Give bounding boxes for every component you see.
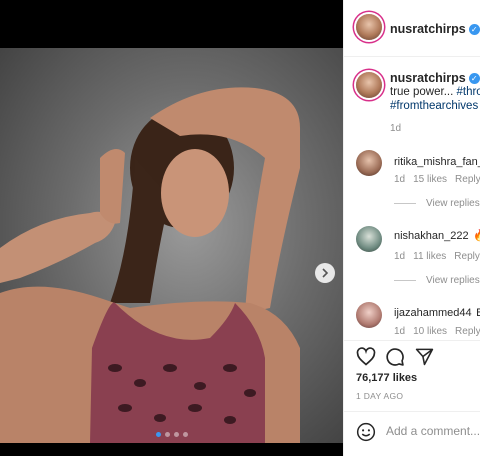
carousel-dot	[173, 432, 179, 437]
caption-text: true power...	[390, 86, 457, 98]
carousel-dot	[182, 432, 188, 437]
comment-meta: 1d 11 likes Reply	[394, 251, 480, 262]
comment-username[interactable]: ijazahammed44	[394, 307, 472, 319]
post-time[interactable]: 1 DAY AGO	[356, 391, 403, 401]
comment-avatar[interactable]	[356, 226, 382, 252]
view-replies-link[interactable]: View replies (1	[394, 198, 480, 209]
view-replies-link[interactable]: View replies (1	[394, 275, 480, 286]
post-actions: 76,177 likes 1 DAY AGO Add a comment...	[344, 340, 480, 456]
carousel-dot	[155, 432, 161, 437]
carousel-dot	[164, 432, 170, 437]
photo-figure	[0, 87, 300, 443]
carousel-next-button[interactable]	[315, 263, 335, 283]
comment-avatar[interactable]	[356, 302, 382, 328]
comment-meta: 1d 10 likes Reply	[394, 326, 480, 337]
caption-username[interactable]: nusratchirps	[390, 71, 466, 85]
comment-username[interactable]: ritika_mishra_fan_p	[394, 156, 480, 168]
comment-text: 🔥🔥	[473, 230, 480, 242]
reply-button[interactable]: Reply	[455, 326, 480, 337]
reply-button[interactable]: Reply	[455, 174, 480, 185]
add-comment-bar: Add a comment...	[344, 411, 480, 456]
comment-item: ijazahammed44 Be	[394, 303, 480, 321]
comment-input[interactable]: Add a comment...	[386, 424, 480, 438]
comment-likes[interactable]: 11 likes	[413, 251, 446, 262]
hashtag-link[interactable]: #fromthearchives	[390, 100, 478, 112]
comment-age: 1d	[394, 326, 406, 337]
caption-age: 1d	[390, 123, 402, 134]
comment-age: 1d	[394, 251, 406, 262]
comment-username[interactable]: nishakhan_222	[394, 230, 469, 242]
reply-button[interactable]: Reply	[454, 251, 480, 262]
comment-avatar[interactable]	[356, 150, 382, 176]
comment-age: 1d	[394, 174, 406, 185]
author-username[interactable]: nusratchirps	[390, 22, 466, 36]
comment-item: nishakhan_222 🔥🔥	[394, 226, 480, 244]
comment-item: ritika_mishra_fan_p	[394, 152, 480, 170]
comment-meta: 1d 15 likes Reply	[394, 174, 480, 185]
verified-badge-icon: ✓	[468, 24, 480, 35]
comment-likes[interactable]: 15 likes	[413, 174, 447, 185]
author-avatar[interactable]	[356, 14, 382, 40]
caption-line-1: nusratchirps✓ Ma	[390, 71, 480, 85]
carousel-dots	[0, 432, 343, 437]
comment-icon[interactable]	[385, 347, 405, 367]
likes-count[interactable]: 76,177 likes	[356, 372, 417, 384]
caption-line-2: true power... #throw	[390, 86, 480, 98]
comment-text: Be	[476, 307, 480, 319]
post-header: nusratchirps ✓	[344, 0, 480, 57]
chevron-right-icon	[322, 268, 329, 278]
heart-icon[interactable]	[356, 347, 376, 367]
post-media	[0, 0, 343, 456]
share-icon[interactable]	[415, 347, 434, 366]
verified-badge-icon: ✓	[468, 73, 480, 84]
hashtag-link[interactable]: #throw	[456, 86, 480, 98]
post-photo[interactable]	[0, 48, 343, 443]
emoji-icon[interactable]	[356, 422, 376, 442]
comment-likes[interactable]: 10 likes	[413, 326, 447, 337]
post-side-panel: nusratchirps✓ nusratchirps✓ Ma true powe…	[343, 0, 480, 456]
caption-avatar[interactable]	[356, 72, 382, 98]
